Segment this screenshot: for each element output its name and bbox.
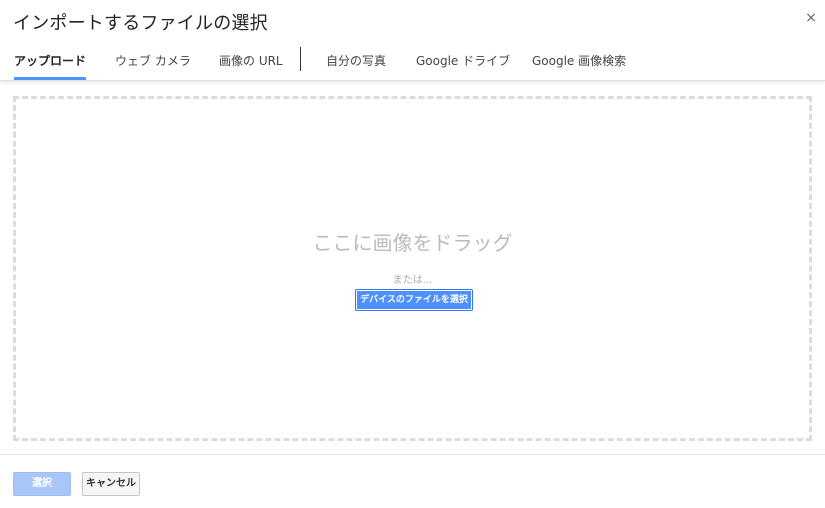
tab-webcam[interactable]: ウェブ カメラ [115,42,191,80]
tab-upload[interactable]: アップロード [14,42,87,80]
select-button[interactable]: 選択 [13,472,71,496]
drag-here-text: ここに画像をドラッグ [312,231,513,255]
close-icon[interactable]: × [804,11,818,25]
drop-zone[interactable]: ここに画像をドラッグ または... デバイスのファイルを選択 [13,96,812,441]
select-device-file-button[interactable]: デバイスのファイルを選択 [355,289,473,311]
tab-my-photos[interactable]: 自分の写真 [326,42,386,80]
tab-divider [300,47,301,71]
cancel-button[interactable]: キャンセル [82,472,140,496]
tab-bar: アップロード ウェブ カメラ 画像の URL 自分の写真 Google ドライブ… [0,42,825,81]
tab-google-image-search[interactable]: Google 画像検索 [532,42,626,80]
or-text: または... [392,275,433,286]
footer-divider [0,454,825,455]
tab-image-url[interactable]: 画像の URL [219,42,283,80]
dialog-title: インポートするファイルの選択 [13,13,268,34]
tab-google-drive[interactable]: Google ドライブ [416,42,510,80]
